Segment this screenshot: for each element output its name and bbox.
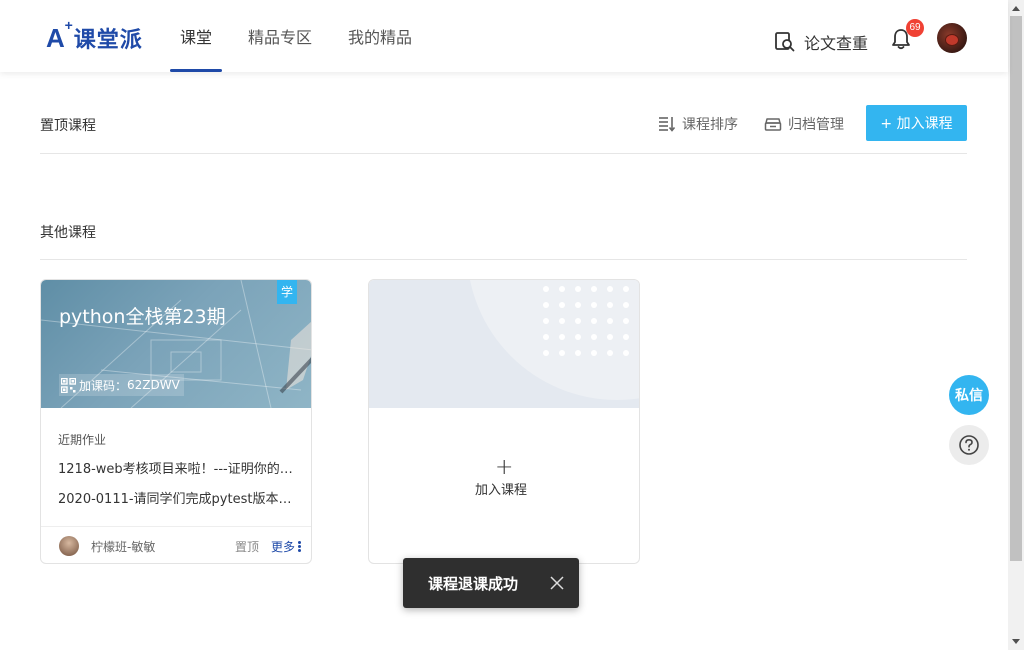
top-header: A + 课堂派 课堂 精品专区 我的精品 论文查重 69 xyxy=(0,0,1008,72)
course-card-footer: 柠檬班-敏敏 置顶 更多 xyxy=(41,526,311,563)
more-label: 更多 xyxy=(271,540,296,554)
scroll-up-arrow-icon[interactable] xyxy=(1012,6,1020,11)
course-title: python全栈第23期 xyxy=(59,306,226,328)
plagiarism-check-label: 论文查重 xyxy=(804,34,869,53)
plus-icon: + xyxy=(495,455,514,480)
nav-item-my-premium[interactable]: 我的精品 xyxy=(338,0,422,72)
question-circle-icon xyxy=(959,435,979,455)
recent-homework-label: 近期作业 xyxy=(58,433,107,447)
course-sort-label: 课程排序 xyxy=(682,117,738,133)
add-course-label: 加入课程 xyxy=(475,483,528,498)
course-code: 加课码： 62ZDWV xyxy=(59,374,184,396)
more-vertical-icon xyxy=(298,541,302,553)
qr-code-icon xyxy=(61,377,76,393)
more-menu-link[interactable]: 更多 xyxy=(271,538,302,555)
pinned-divider xyxy=(40,153,967,154)
logo[interactable]: A + 课堂派 xyxy=(46,16,143,54)
pinned-section-title: 置顶课程 xyxy=(40,118,96,134)
notification-badge: 69 xyxy=(906,19,924,37)
teacher-avatar xyxy=(59,536,79,556)
other-divider xyxy=(40,259,967,260)
logo-plus: + xyxy=(64,16,74,33)
pin-course-link[interactable]: 置顶 xyxy=(235,538,259,555)
private-message-button[interactable]: 私信 xyxy=(949,375,989,415)
logo-text: 课堂派 xyxy=(73,28,143,53)
scroll-down-arrow-icon[interactable] xyxy=(1012,639,1020,644)
scrollbar-thumb[interactable] xyxy=(1010,16,1022,561)
toast-message: 课程退课成功 xyxy=(428,574,519,593)
help-button[interactable] xyxy=(949,425,989,465)
join-course-button[interactable]: + 加入课程 xyxy=(866,105,967,141)
teacher-name: 柠檬班-敏敏 xyxy=(91,540,156,554)
nav-item-premium-zone[interactable]: 精品专区 xyxy=(238,0,322,72)
archive-manage-button[interactable]: 归档管理 xyxy=(764,114,844,134)
course-card[interactable]: python全栈第23期 学 加课码： 62ZDWV 近期作业 1218-web… xyxy=(40,279,312,564)
toast-notification: 课程退课成功 xyxy=(403,558,579,608)
archive-manage-label: 归档管理 xyxy=(788,117,844,133)
user-avatar[interactable] xyxy=(937,23,967,53)
course-code-value: 62ZDWV xyxy=(127,378,180,392)
course-code-label: 加课码： xyxy=(79,378,128,393)
nav-item-classroom[interactable]: 课堂 xyxy=(170,0,223,72)
page-scrollbar[interactable] xyxy=(1008,0,1024,650)
other-section-title: 其他课程 xyxy=(40,225,96,241)
logo-mark: A + xyxy=(46,16,74,53)
sort-icon xyxy=(659,117,676,132)
plagiarism-check-link[interactable]: 论文查重 xyxy=(774,30,868,54)
close-icon[interactable] xyxy=(549,575,565,591)
add-course-cover xyxy=(369,280,639,408)
archive-icon xyxy=(764,118,782,131)
homework-item[interactable]: 1218-web考核项目来啦！---证明你的时候到了 xyxy=(58,458,302,477)
add-course-card[interactable]: + 加入课程 xyxy=(368,279,640,564)
document-search-icon xyxy=(775,32,795,52)
course-cover-image: python全栈第23期 学 加课码： 62ZDWV xyxy=(41,280,311,408)
decorative-dots xyxy=(543,286,639,366)
main-nav: 课堂 精品专区 我的精品 xyxy=(170,0,438,72)
course-sort-button[interactable]: 课程排序 xyxy=(658,114,738,134)
homework-item[interactable]: 2020-0111-请同学们完成pytest版本的项目作业 xyxy=(58,488,302,507)
student-role-tag: 学 xyxy=(277,280,297,304)
